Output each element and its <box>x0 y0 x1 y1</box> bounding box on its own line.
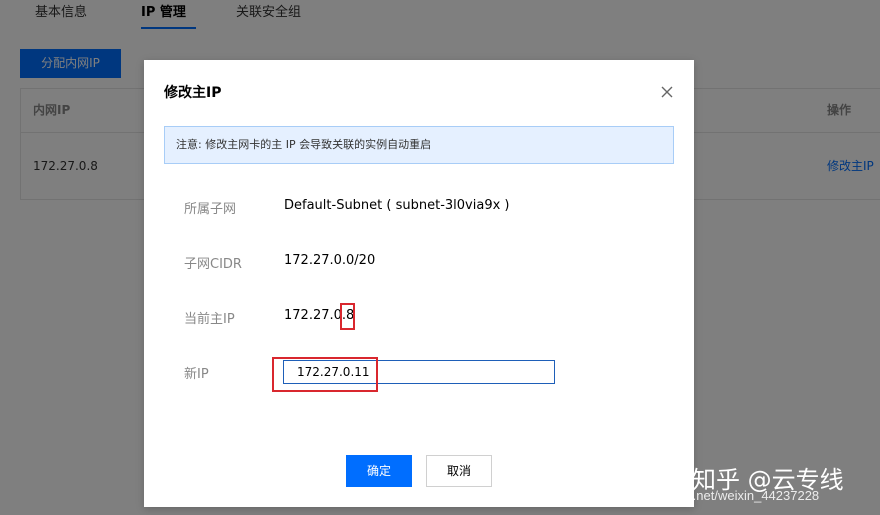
confirm-button[interactable]: 确定 <box>346 455 412 487</box>
new-ip-input[interactable] <box>283 360 555 384</box>
url-watermark: https://blog.csdn.net/weixin_44237228 <box>598 488 820 503</box>
subnet-label: 所属子网 <box>184 202 237 217</box>
new-ip-label: 新IP <box>184 367 209 382</box>
current-ip-label: 当前主IP <box>184 312 235 327</box>
close-icon[interactable] <box>660 85 674 99</box>
modify-primary-ip-dialog: 修改主IP 注意: 修改主网卡的主 IP 会导致关联的实例自动重启 所属子网 D… <box>144 60 694 507</box>
cidr-value: 172.27.0.0/20 <box>284 253 376 268</box>
cancel-button[interactable]: 取消 <box>426 455 492 487</box>
warning-notice: 注意: 修改主网卡的主 IP 会导致关联的实例自动重启 <box>164 126 674 164</box>
notice-text: 注意: 修改主网卡的主 IP 会导致关联的实例自动重启 <box>176 138 432 151</box>
current-ip-value: 172.27.0.8 <box>284 308 355 323</box>
subnet-value: Default-Subnet ( subnet-3l0via9x ) <box>284 198 510 213</box>
dialog-title: 修改主IP <box>164 85 222 101</box>
cidr-label: 子网CIDR <box>184 257 242 272</box>
